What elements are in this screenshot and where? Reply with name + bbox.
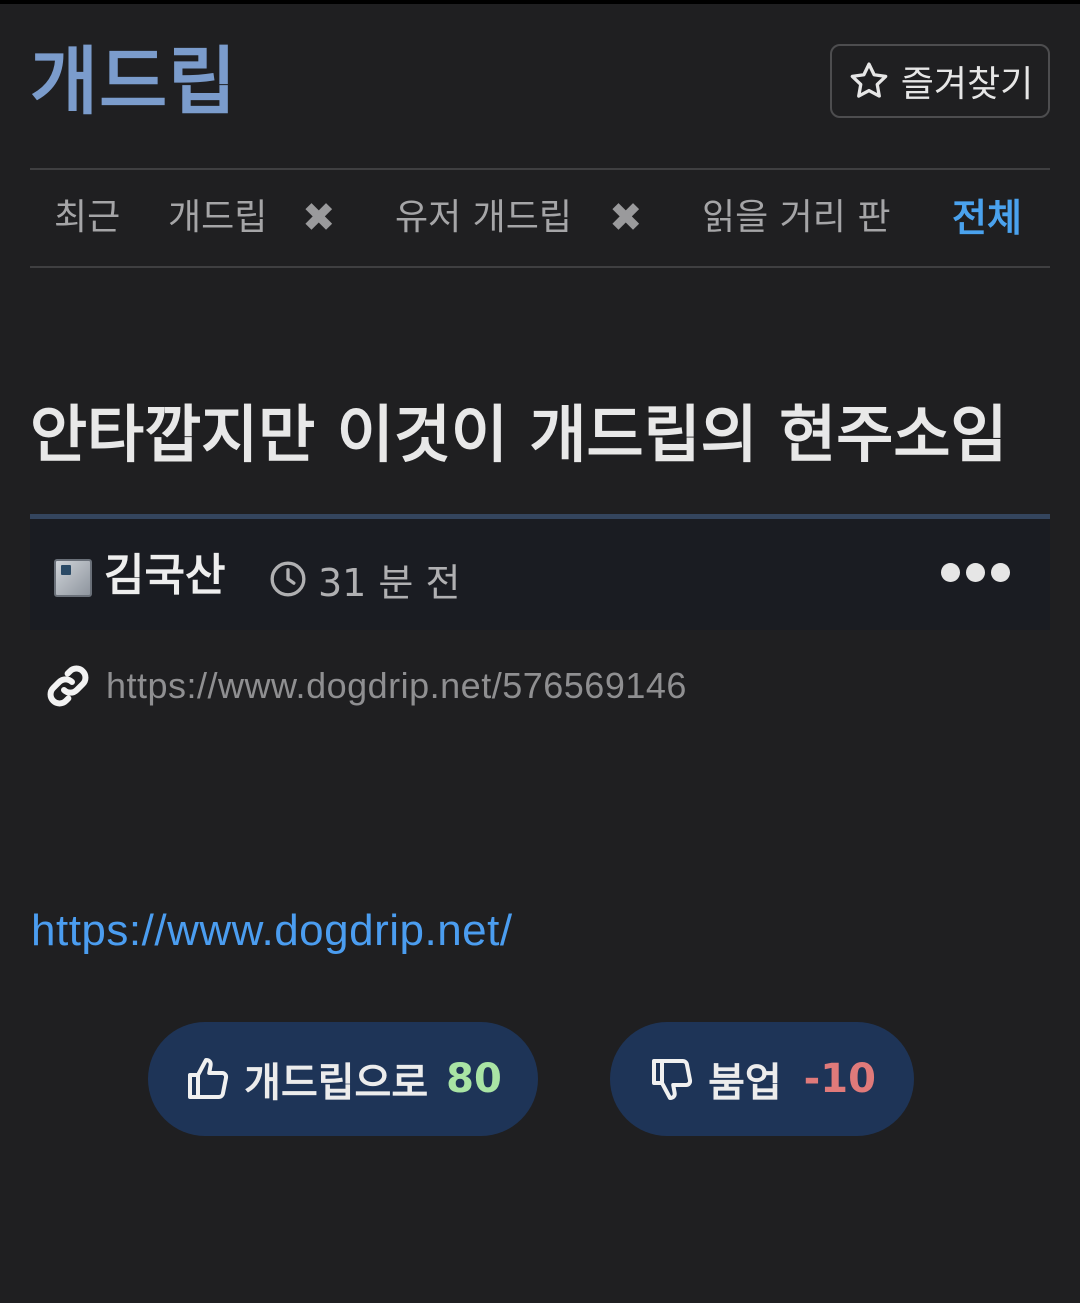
tab-reading-board[interactable]: 읽을 거리 판 bbox=[702, 170, 891, 266]
downvote-button[interactable]: 붐업 -10 bbox=[610, 1022, 914, 1136]
site-logo[interactable]: 개드립 bbox=[30, 40, 237, 125]
tab-all[interactable]: 전체 bbox=[952, 170, 1022, 266]
downvote-count: -10 bbox=[803, 1056, 876, 1102]
upvote-count: 80 bbox=[446, 1056, 502, 1102]
close-icon[interactable]: ✖ bbox=[302, 170, 336, 266]
star-outline-icon bbox=[850, 62, 888, 98]
clock-icon bbox=[270, 561, 306, 597]
thumbs-down-icon bbox=[652, 1058, 693, 1100]
author-name[interactable]: 김국산 bbox=[104, 545, 225, 607]
tab-user-dogdrip[interactable]: 유저 개드립 bbox=[395, 170, 572, 266]
post-meta-bar: 김국산 31 분 전 bbox=[30, 514, 1050, 630]
permalink-row[interactable]: https://www.dogdrip.net/576569146 bbox=[44, 656, 687, 716]
upvote-label: 개드립으로 bbox=[244, 1060, 429, 1106]
avatar[interactable] bbox=[54, 559, 92, 597]
thumbs-up-icon bbox=[188, 1058, 229, 1100]
link-icon bbox=[47, 665, 89, 707]
ellipsis-icon[interactable] bbox=[941, 563, 1010, 582]
downvote-label: 붐업 bbox=[708, 1060, 782, 1106]
body-link[interactable]: https://www.dogdrip.net/ bbox=[31, 906, 513, 956]
close-icon[interactable]: ✖ bbox=[609, 170, 643, 266]
favorite-label: 즐겨찾기 bbox=[900, 64, 1034, 105]
tab-dogdrip[interactable]: 개드립 bbox=[168, 170, 267, 266]
status-divider bbox=[0, 0, 1080, 4]
site-header: 개드립 즐겨찾기 bbox=[30, 40, 1050, 125]
upvote-button[interactable]: 개드립으로 80 bbox=[148, 1022, 538, 1136]
board-tab-bar: 최근 개드립 ✖ 유저 개드립 ✖ 읽을 거리 판 전체 bbox=[30, 168, 1050, 268]
favorite-button[interactable]: 즐겨찾기 bbox=[830, 44, 1050, 118]
post-time: 31 분 전 bbox=[268, 549, 460, 609]
post-time-text: 31 분 전 bbox=[318, 560, 461, 605]
post-title: 안타깝지만 이것이 개드립의 현주소임 bbox=[30, 398, 1008, 471]
tab-recent[interactable]: 최근 bbox=[54, 170, 120, 266]
permalink-url[interactable]: https://www.dogdrip.net/576569146 bbox=[106, 665, 687, 707]
